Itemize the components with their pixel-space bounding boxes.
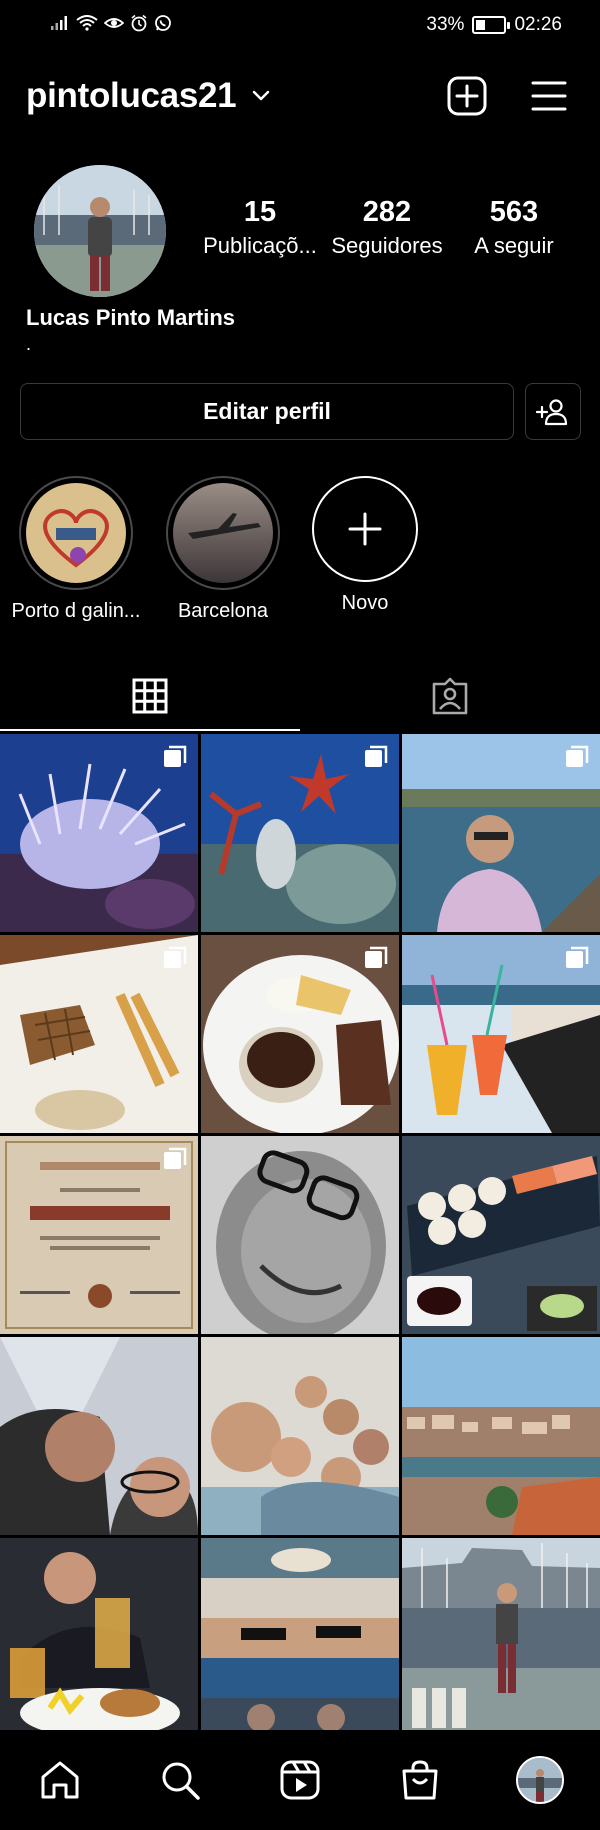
posts-grid [0,734,600,1736]
tagged-icon [432,677,468,715]
active-tab-indicator [0,729,300,731]
nav-profile[interactable] [510,1752,570,1808]
highlight-label: Porto d galin... [11,600,141,622]
add-person-icon [536,398,568,425]
multiple-posts-icon [365,946,388,968]
search-icon [162,1762,200,1800]
profile-tabs [0,660,600,732]
post-thumbnail[interactable] [402,1136,600,1334]
multiple-posts-icon [164,745,187,767]
post-thumbnail[interactable] [201,734,399,932]
discover-people-button[interactable] [525,383,581,440]
nav-shop[interactable] [390,1752,450,1808]
stat-following[interactable]: 563 A seguir [444,196,584,259]
post-thumbnail[interactable] [0,1136,198,1334]
highlight-barcelona[interactable]: Barcelona [153,476,293,623]
post-thumbnail[interactable] [201,1538,399,1736]
stat-posts[interactable]: 15 Publicaçõ... [190,196,330,259]
bio: . [26,334,32,354]
post-thumbnail[interactable] [201,1337,399,1535]
add-post-icon[interactable] [446,75,488,117]
highlight-label: Barcelona [177,600,269,622]
stat-followers[interactable]: 282 Seguidores [317,196,457,259]
wifi-icon [76,15,98,31]
status-right: 33% 02:26 [426,14,562,36]
bottom-navigation [0,1730,600,1830]
tab-grid[interactable] [0,660,300,732]
profile-avatar[interactable] [34,165,166,297]
status-bar: 33% 02:26 [0,0,600,52]
post-thumbnail[interactable] [402,734,600,932]
clock: 02:26 [514,14,562,35]
new-highlight-ring [312,476,418,582]
post-thumbnail[interactable] [0,1337,198,1535]
shop-icon [402,1760,438,1800]
post-thumbnail[interactable] [0,1538,198,1736]
highlight-ring [166,476,280,590]
highlight-porto[interactable]: Porto d galin... [6,476,146,623]
post-thumbnail[interactable] [0,734,198,932]
chevron-down-icon[interactable] [250,84,272,106]
home-icon [41,1761,79,1799]
highlight-cover [26,483,126,583]
username[interactable]: pintolucas21 [26,76,237,116]
multiple-posts-icon [164,1147,187,1169]
eye-icon [104,18,124,28]
post-thumbnail[interactable] [201,1136,399,1334]
grid-icon [132,678,168,714]
signal-icon [51,16,67,30]
status-icons [50,14,172,32]
multiple-posts-icon [566,946,589,968]
stat-following-value: 563 [489,196,539,228]
profile-header: pintolucas21 [0,70,600,126]
highlight-cover [173,483,273,583]
post-thumbnail[interactable] [402,1337,600,1535]
post-thumbnail[interactable] [0,935,198,1133]
post-thumbnail[interactable] [402,1538,600,1736]
alarm-icon [131,14,147,32]
post-thumbnail[interactable] [402,935,600,1133]
stat-followers-label: Seguidores [331,233,443,258]
nav-reels[interactable] [270,1752,330,1808]
highlight-ring [19,476,133,590]
edit-profile-button[interactable]: Editar perfil [20,383,514,440]
profile-avatar [516,1756,564,1804]
stat-followers-value: 282 [362,196,412,228]
whatsapp-icon [155,15,171,31]
multiple-posts-icon [566,745,589,767]
stat-following-label: A seguir [474,233,554,258]
multiple-posts-icon [365,745,388,767]
multiple-posts-icon [164,946,187,968]
reels-icon [280,1760,320,1800]
nav-search[interactable] [150,1752,210,1808]
full-name: Lucas Pinto Martins [26,305,236,330]
menu-icon[interactable] [530,78,568,114]
stat-posts-value: 15 [243,196,277,228]
battery-percent: 33% [426,14,465,35]
tab-tagged[interactable] [300,660,600,732]
post-thumbnail[interactable] [201,935,399,1133]
highlight-new[interactable]: Novo [295,476,435,615]
battery-icon [472,16,511,34]
nav-home[interactable] [30,1752,90,1808]
stat-posts-label: Publicaçõ... [203,233,317,258]
plus-icon [348,512,382,546]
highlight-label: Novo [341,592,389,614]
